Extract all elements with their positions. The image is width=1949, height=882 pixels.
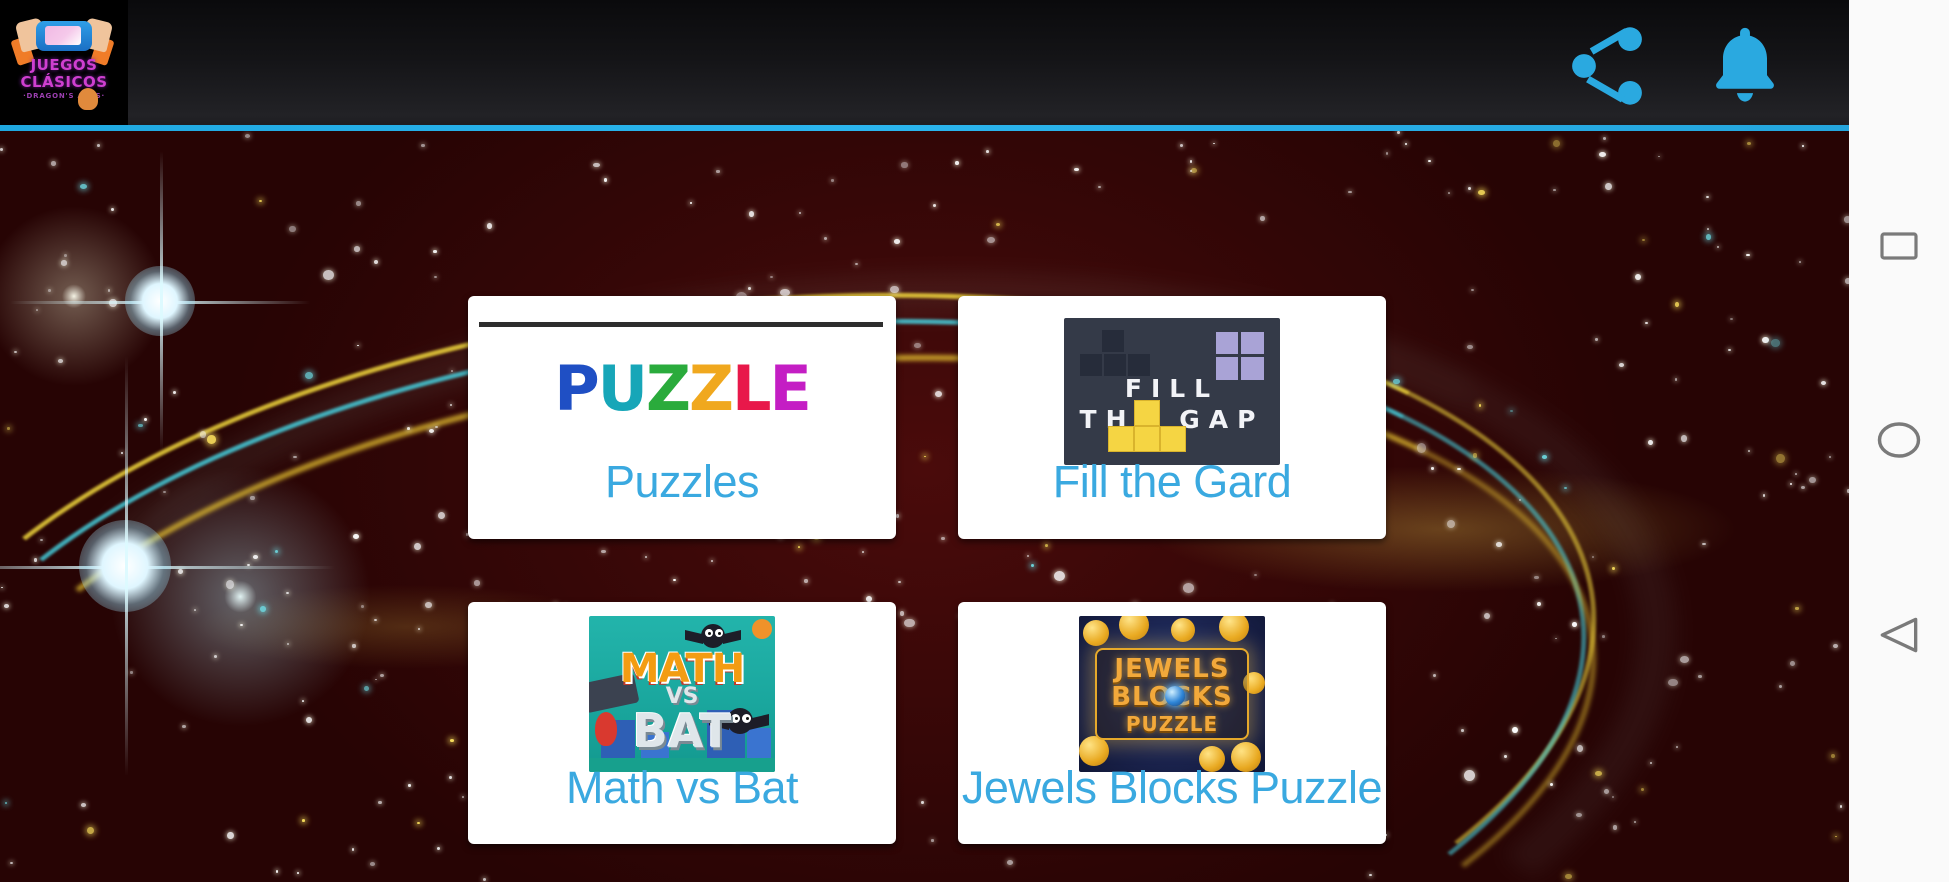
wordmark-letter-l: L: [731, 352, 771, 425]
wordmark-letter-z2: Z: [688, 352, 734, 425]
card-label-math-vs-bat: Math vs Bat: [565, 762, 799, 813]
wordmark-letter-e: E: [769, 352, 811, 425]
logo-text-tagline: ·DRAGON'S APPS·: [23, 92, 105, 100]
fill-the-gap-tile: FILL THE GAP: [1064, 318, 1280, 465]
card-label-puzzles: Puzzles: [604, 456, 760, 507]
card-label-jewels-blocks-puzzle: Jewels Blocks Puzzle: [961, 762, 1383, 813]
jewels-blocks-thumbnail: JEWELS BLOCKS PUZZLE: [958, 616, 1386, 772]
recents-button[interactable]: [1875, 222, 1923, 270]
tile-text-fill: FILL: [1124, 374, 1220, 403]
games-content-area: P U Z Z L E Puzzles FILL THE GAP Fill th…: [0, 131, 1849, 882]
app-screen: P U Z Z L E Puzzles FILL THE GAP Fill th…: [0, 0, 1949, 882]
game-card-fill-the-gard[interactable]: FILL THE GAP Fill the Gard: [958, 296, 1386, 539]
wordmark-letter-z1: Z: [646, 352, 691, 425]
tile-text-jewels: JEWELS: [1114, 654, 1230, 684]
share-icon[interactable]: [1561, 20, 1653, 112]
logo-text-clasicos: CLÁSICOS: [20, 73, 108, 91]
app-bar-actions: [1561, 0, 1789, 131]
puzzle-wordmark: P U Z Z L E: [554, 352, 812, 425]
logo-text-juegos: JUEGOS: [30, 56, 98, 74]
notifications-bell-icon[interactable]: [1701, 22, 1789, 110]
app-bar: JUEGOS CLÁSICOS ·DRAGON'S APPS·: [0, 0, 1849, 131]
game-console-icon: [10, 16, 115, 66]
cat-mascot-icon: [78, 88, 98, 110]
game-card-math-vs-bat[interactable]: MATH VS BAT Math vs Bat: [468, 602, 896, 844]
math-vs-bat-thumbnail: MATH VS BAT: [468, 616, 896, 772]
game-card-grid: P U Z Z L E Puzzles FILL THE GAP Fill th…: [0, 131, 1849, 882]
app-bar-accent-line: [0, 125, 1849, 131]
jewels-blocks-tile: JEWELS BLOCKS PUZZLE: [1079, 616, 1265, 772]
puzzles-thumbnail: P U Z Z L E: [468, 358, 896, 420]
card-divider-line: [479, 322, 883, 327]
game-card-puzzles[interactable]: P U Z Z L E Puzzles: [468, 296, 896, 539]
home-button[interactable]: [1873, 414, 1925, 466]
wordmark-letter-u: U: [597, 352, 648, 425]
math-vs-bat-tile: MATH VS BAT: [589, 616, 775, 772]
tile-text-puzzle: PUZZLE: [1125, 712, 1219, 736]
fill-the-gard-thumbnail: FILL THE GAP: [958, 318, 1386, 465]
blue-gem-icon: [1165, 686, 1185, 706]
tile-text-bat: BAT: [632, 704, 732, 758]
android-navigation-bar: [1849, 0, 1949, 882]
back-button[interactable]: [1874, 610, 1924, 660]
wordmark-letter-p: P: [554, 352, 599, 425]
app-logo[interactable]: JUEGOS CLÁSICOS ·DRAGON'S APPS·: [0, 0, 128, 131]
game-card-jewels-blocks-puzzle[interactable]: JEWELS BLOCKS PUZZLE Jewels Blocks Puzzl…: [958, 602, 1386, 844]
card-label-fill-the-gard: Fill the Gard: [1052, 456, 1292, 507]
